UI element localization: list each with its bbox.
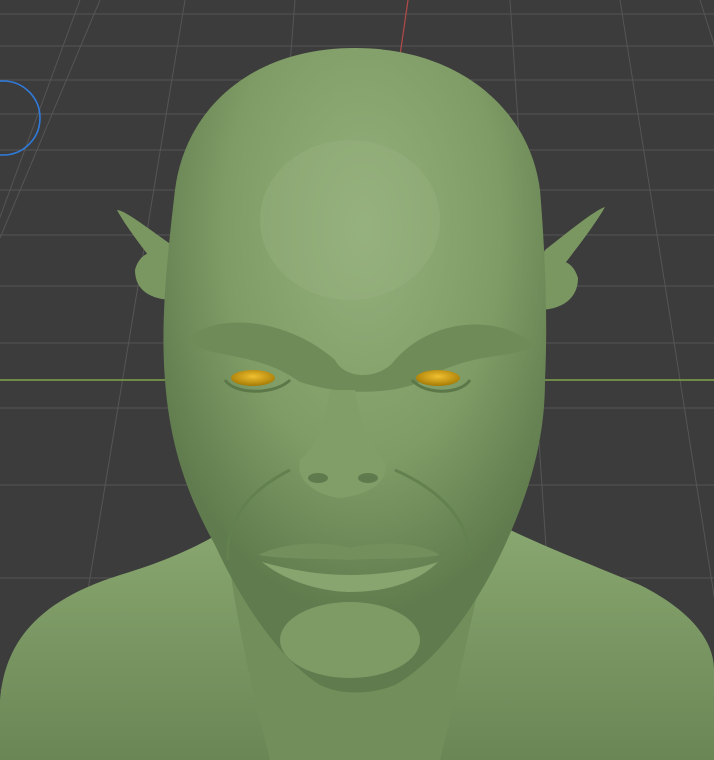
viewport-canvas[interactable]: [0, 0, 714, 760]
3d-viewport[interactable]: [0, 0, 714, 760]
right-eye: [416, 370, 460, 386]
chin: [280, 602, 420, 678]
right-nostril: [358, 473, 378, 483]
forehead-highlight: [260, 140, 440, 300]
left-eye: [231, 370, 275, 386]
brush-cursor[interactable]: [0, 80, 41, 156]
goblin-bust-model[interactable]: [0, 48, 714, 760]
left-nostril: [308, 473, 328, 483]
